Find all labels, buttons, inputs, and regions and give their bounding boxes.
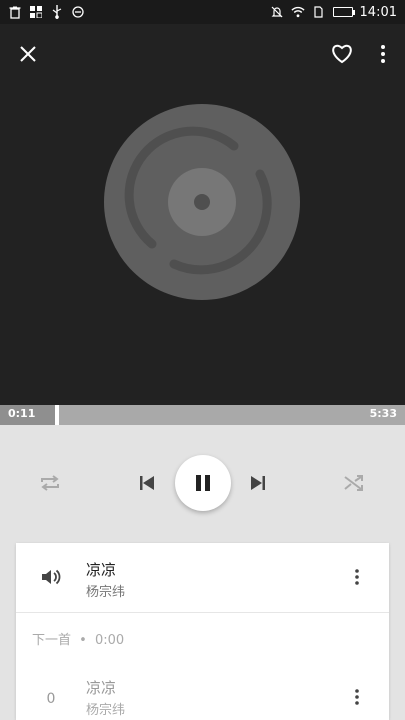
pause-icon: [196, 475, 210, 491]
queue-item[interactable]: 0 凉凉 杨宗纬: [16, 667, 389, 720]
up-next-header: 下一首 • 0:00: [32, 629, 124, 648]
shuffle-icon: [344, 475, 363, 491]
shuffle-button[interactable]: [340, 471, 368, 495]
playback-controls: [0, 425, 405, 540]
album-placeholder-disc: [104, 104, 300, 300]
up-next-separator: •: [79, 633, 87, 648]
repeat-button[interactable]: [36, 471, 64, 495]
queue-item-index: 0: [46, 691, 56, 707]
album-art-area: [0, 24, 405, 405]
queue-divider: [16, 612, 389, 613]
now-playing-artist: 杨宗纬: [86, 585, 126, 600]
up-next-label: 下一首: [32, 633, 72, 648]
next-icon: [251, 476, 265, 490]
status-time: 14:01: [359, 4, 397, 20]
status-right-icons: 14:01: [270, 5, 397, 20]
more-vert-icon: [355, 689, 359, 705]
pause-button[interactable]: [175, 455, 231, 511]
minus-circle-icon: [71, 5, 85, 19]
status-bar: 14:01: [0, 0, 405, 24]
more-vert-icon: [381, 45, 385, 63]
sim-icon: [312, 5, 326, 19]
now-playing-title: 凉凉: [86, 561, 117, 579]
trash-icon: [8, 5, 22, 19]
now-playing-row[interactable]: 凉凉 杨宗纬: [16, 543, 389, 612]
queue-item-more-button[interactable]: [347, 687, 367, 707]
previous-button[interactable]: [134, 471, 160, 495]
queue-card: 凉凉 杨宗纬 下一首 • 0:00 0 凉凉 杨宗纬: [16, 543, 389, 720]
total-duration: 5:33: [369, 407, 397, 420]
queue-item-artist: 杨宗纬: [86, 703, 126, 718]
heart-icon: [332, 44, 352, 64]
previous-icon: [140, 476, 154, 490]
repeat-icon: [41, 475, 59, 491]
mute-icon: [270, 5, 284, 19]
up-next-duration: 0:00: [94, 633, 125, 648]
elapsed-time: 0:11: [8, 407, 36, 420]
seek-bar[interactable]: 0:11 5:33: [0, 405, 405, 425]
now-playing-more-button[interactable]: [347, 567, 367, 587]
close-icon: [20, 46, 36, 62]
seek-thumb[interactable]: [55, 405, 59, 425]
more-options-button[interactable]: [368, 39, 398, 69]
wifi-icon: [290, 5, 305, 19]
speaker-icon: [38, 565, 64, 589]
usb-icon: [50, 5, 64, 19]
status-left-icons: [8, 5, 85, 19]
queue-item-title: 凉凉: [86, 679, 117, 697]
more-vert-icon: [355, 569, 359, 585]
battery-icon: [332, 7, 355, 17]
gallery-icon: [29, 5, 43, 19]
favorite-button[interactable]: [327, 39, 357, 69]
next-button[interactable]: [245, 471, 271, 495]
close-button[interactable]: [13, 39, 43, 69]
